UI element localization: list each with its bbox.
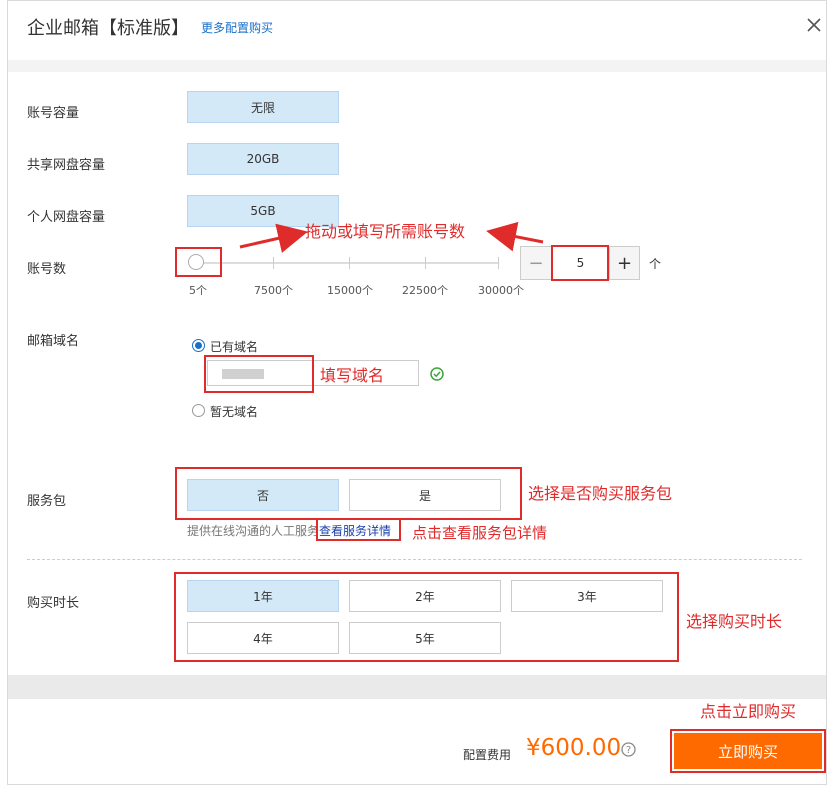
header-divider-band (8, 60, 826, 72)
slider-tick-label: 7500个 (254, 284, 293, 297)
annotation-choose-pack: 选择是否购买服务包 (528, 484, 673, 503)
annotation-click-buy: 点击立即购买 (700, 702, 797, 721)
annotation-fill-domain: 填写域名 (320, 366, 385, 385)
footer-divider-band (8, 675, 826, 699)
buy-now-highlight (670, 729, 826, 773)
service-pack-highlight (175, 467, 522, 520)
personal-disk-label: 个人网盘容量 (27, 210, 106, 225)
price-value: ¥600.00 (526, 735, 622, 761)
service-pack-note: 提供在线沟通的人工服务 (187, 524, 320, 538)
service-details-highlight (316, 518, 401, 541)
slider-tick (498, 257, 499, 269)
annotation-view-pack: 点击查看服务包详情 (412, 524, 548, 542)
check-circle-icon (430, 366, 444, 381)
domain-input-highlight (204, 355, 314, 393)
slider-tick-label: 15000个 (327, 284, 373, 297)
dialog-title: 企业邮箱【标准版】 (27, 18, 189, 39)
duration-highlight (174, 572, 679, 662)
slider-track[interactable] (197, 262, 499, 264)
slider-tick (349, 257, 350, 269)
shared-disk-label: 共享网盘容量 (27, 158, 106, 173)
slider-handle-highlight (175, 247, 222, 277)
accounts-increment-button[interactable]: + (609, 246, 640, 280)
accounts-unit: 个 (649, 257, 662, 271)
svg-text:?: ? (626, 745, 631, 756)
account-capacity-value: 无限 (187, 91, 339, 123)
help-icon[interactable]: ? (621, 742, 636, 757)
slider-tick-label: 30000个 (478, 284, 524, 297)
slider-tick-label: 5个 (189, 284, 207, 297)
radio-no-domain-label: 暂无域名 (210, 405, 259, 419)
close-icon[interactable] (805, 16, 823, 34)
slider-tick (273, 257, 274, 269)
slider-tick (425, 257, 426, 269)
slider-tick-label: 22500个 (402, 284, 448, 297)
annotation-choose-duration: 选择购买时长 (686, 612, 783, 631)
radio-existing-domain-label: 已有域名 (210, 340, 259, 354)
purchase-dialog (7, 0, 827, 785)
more-config-link[interactable]: 更多配置购买 (201, 19, 273, 36)
radio-no-domain[interactable] (192, 404, 205, 417)
fee-label: 配置费用 (463, 748, 512, 762)
section-divider (27, 559, 802, 560)
duration-label: 购买时长 (27, 596, 80, 611)
service-pack-label: 服务包 (27, 494, 67, 509)
accounts-label: 账号数 (27, 262, 67, 277)
shared-disk-value: 20GB (187, 143, 339, 175)
domain-label: 邮箱域名 (27, 334, 80, 349)
annotation-drag-fill: 拖动或填写所需账号数 (305, 222, 466, 241)
radio-existing-domain[interactable] (192, 339, 205, 352)
account-capacity-label: 账号容量 (27, 106, 80, 121)
